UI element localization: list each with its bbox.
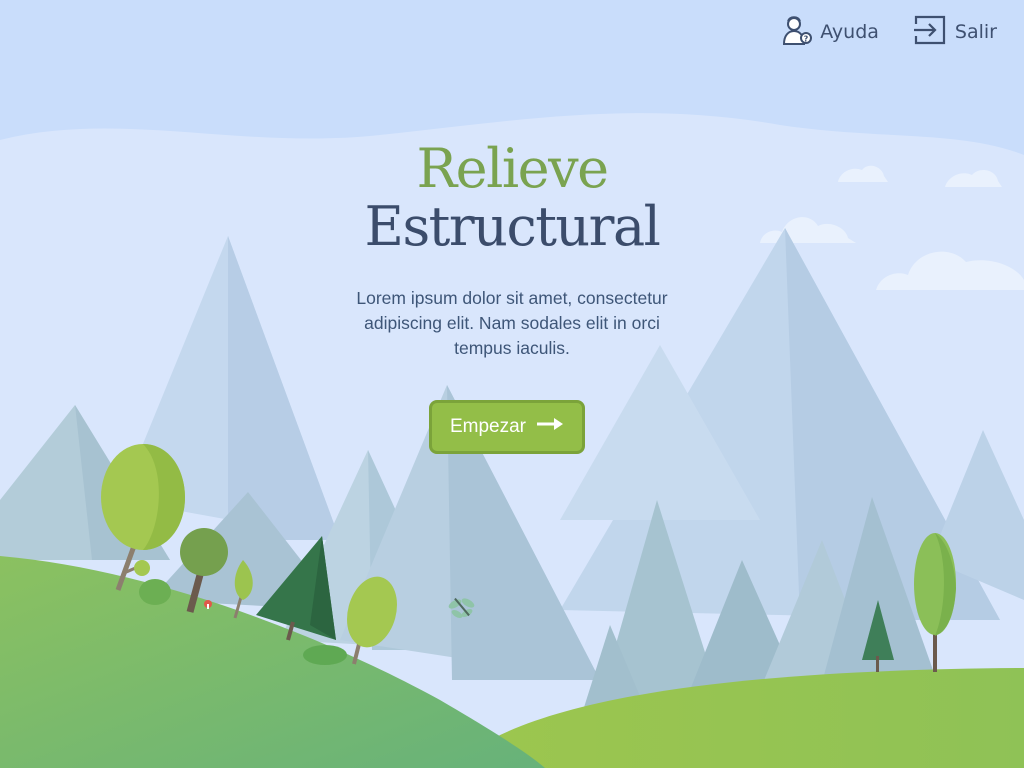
hero-section: Relieve Estructural Lorem ipsum dolor si…: [312, 138, 712, 361]
arrow-right-icon: [536, 416, 564, 438]
svg-text:?: ?: [804, 34, 809, 43]
title-line-2: Estructural: [364, 195, 661, 258]
start-button[interactable]: Empezar: [429, 400, 585, 454]
exit-button[interactable]: Salir: [913, 13, 997, 52]
help-person-icon: ?: [782, 14, 813, 51]
exit-label: Salir: [954, 21, 997, 43]
title-line-1: Relieve: [416, 137, 609, 200]
top-navigation: ? Ayuda Salir: [782, 12, 1024, 52]
start-button-label: Empezar: [449, 416, 527, 437]
hero-description: Lorem ipsum dolor sit amet, consectetur …: [356, 288, 668, 358]
help-label: Ayuda: [820, 21, 879, 43]
help-button[interactable]: ? Ayuda: [782, 14, 879, 51]
landscape-background: [0, 0, 1024, 768]
exit-door-icon: [913, 13, 947, 52]
